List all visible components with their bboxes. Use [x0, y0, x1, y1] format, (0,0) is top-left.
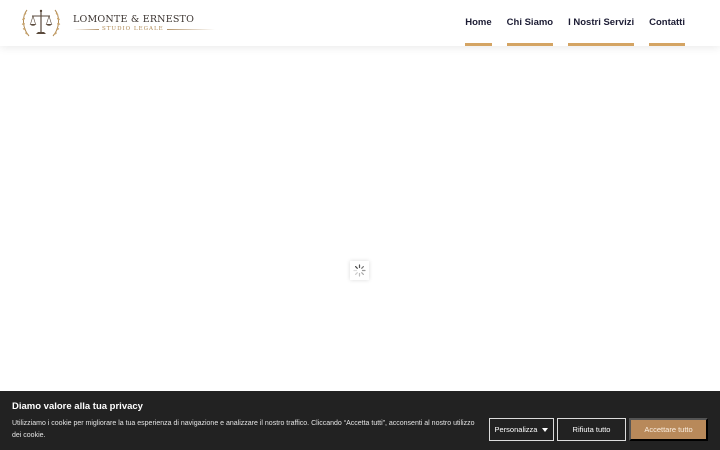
nav-item-chi-siamo[interactable]: Chi Siamo: [506, 0, 554, 46]
customize-button[interactable]: Personalizza: [489, 418, 554, 441]
cookie-banner-text: Utilizziamo i cookie per migliorare la t…: [12, 420, 475, 439]
customize-button-label: Personalizza: [494, 425, 538, 434]
spinner-icon: [353, 264, 366, 277]
logo-subtitle: STUDIO LEGALE: [102, 26, 164, 32]
nav-underline: [465, 43, 492, 46]
nav-item-servizi[interactable]: I Nostri Servizi: [568, 0, 635, 46]
loading-spinner: [350, 261, 369, 280]
main-nav: Home Chi Siamo I Nostri Servizi Contatti: [450, 0, 685, 46]
nav-underline: [568, 43, 635, 46]
scales-of-justice-laurel-icon: [21, 9, 61, 37]
accept-all-button[interactable]: Accettare tutto: [629, 418, 708, 441]
nav-item-label: Contatti: [649, 17, 685, 28]
logo-text: LOMONTE & ERNESTO STUDIO LEGALE: [73, 14, 215, 32]
logo-subtitle-rule: STUDIO LEGALE: [73, 26, 215, 32]
cookie-banner-title: Diamo valore alla tua privacy: [12, 401, 143, 412]
nav-underline: [649, 43, 685, 46]
nav-item-label: Home: [465, 17, 492, 28]
site-logo[interactable]: LOMONTE & ERNESTO STUDIO LEGALE: [19, 6, 215, 40]
nav-item-label: Chi Siamo: [506, 17, 554, 28]
nav-underline: [506, 43, 554, 46]
logo-name: LOMONTE & ERNESTO: [73, 14, 195, 25]
divider: [166, 28, 215, 30]
nav-item-contatti[interactable]: Contatti: [649, 0, 685, 46]
nav-item-home[interactable]: Home: [465, 0, 492, 46]
caret-down-icon: [542, 427, 549, 432]
site-header: LOMONTE & ERNESTO STUDIO LEGALE Home Chi…: [0, 0, 720, 46]
reject-all-button[interactable]: Rifiuta tutto: [557, 418, 626, 441]
nav-item-label: I Nostri Servizi: [568, 17, 635, 28]
divider: [73, 28, 99, 30]
